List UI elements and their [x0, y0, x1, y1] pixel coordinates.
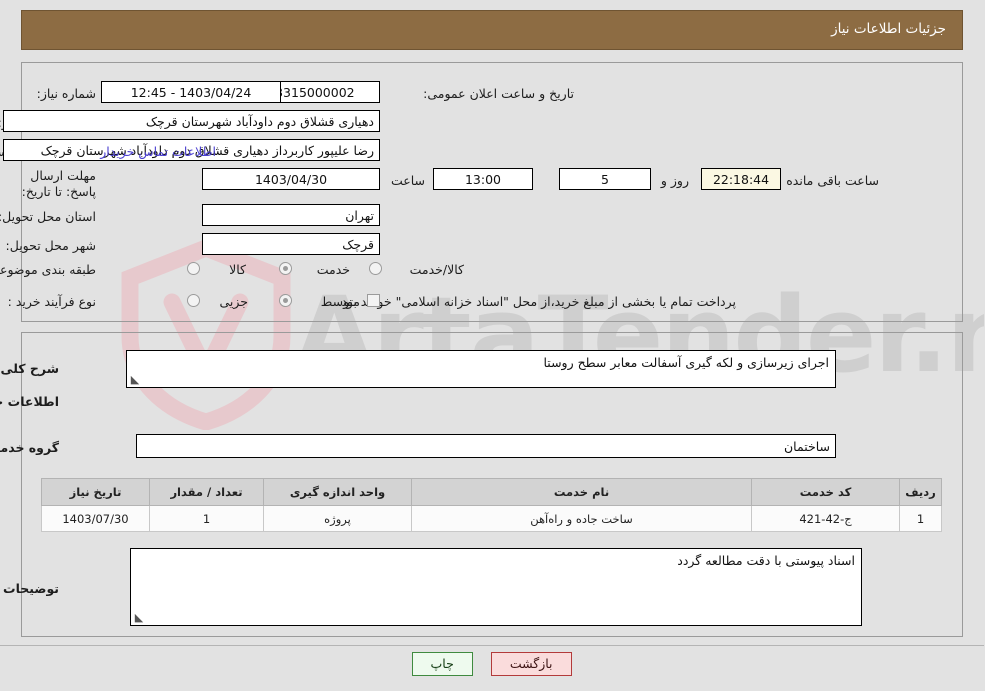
buyer-notes-textarea[interactable]: اسناد پیوستی با دقت مطالعه گردد ◢ — [131, 548, 863, 626]
treasury-text: پرداخت تمام یا بخشی از مبلغ خرید،از محل … — [338, 294, 737, 309]
radio-process-jozii[interactable] — [188, 294, 201, 307]
buyer-contact-link[interactable]: اطلاعات تماس خریدار — [101, 145, 217, 159]
cell-date: 1403/07/30 — [42, 505, 151, 532]
radio-category-khedmat-label: خدمت — [317, 262, 351, 277]
page-header: جزئیات اطلاعات نیاز — [22, 10, 964, 50]
category-label: طبقه بندی موضوعی: — [0, 262, 97, 277]
process-label: نوع فرآیند خرید : — [8, 294, 97, 309]
radio-process-jozii-label: جزیی — [220, 294, 249, 309]
province-field[interactable]: تهران — [203, 204, 381, 226]
radio-category-kala-khedmat[interactable] — [370, 262, 383, 275]
cell-code: ج-42-421 — [752, 505, 901, 532]
services-heading: اطلاعات خدمات مورد نیاز — [0, 394, 60, 409]
resize-handle-icon[interactable]: ◢ — [134, 611, 146, 624]
radio-process-motevaset[interactable] — [280, 294, 293, 307]
deadline-time-field[interactable]: 13:00 — [434, 168, 534, 190]
page-title: جزئیات اطلاعات نیاز — [832, 21, 947, 38]
th-radif: ردیف — [900, 478, 943, 506]
province-label: استان محل تحویل: — [0, 209, 97, 224]
summary-textarea-value: اجرای زیرسازی و لکه گیری آسفالت معابر سط… — [544, 355, 830, 370]
th-date: تاریخ نیاز — [42, 478, 151, 506]
service-group-field[interactable]: ساختمان — [137, 434, 837, 458]
countdown-unit-label: ساعت باقی مانده — [787, 173, 880, 188]
footer-divider — [0, 645, 985, 646]
print-button[interactable]: چاپ — [412, 652, 474, 676]
buyer-notes-value: اسناد پیوستی با دقت مطالعه گردد — [678, 553, 856, 568]
th-qty: تعداد / مقدار — [150, 478, 265, 506]
days-unit-label: روز و — [661, 173, 690, 188]
cell-unit: پروژه — [264, 505, 413, 532]
th-code: کد خدمت — [752, 478, 901, 506]
city-field[interactable]: قرچک — [203, 233, 381, 255]
th-unit: واحد اندازه گیری — [264, 478, 413, 506]
announce-datetime-label: تاریخ و ساعت اعلان عمومی: — [424, 86, 575, 101]
radio-category-khedmat[interactable] — [280, 262, 293, 275]
need-number-label: شماره نیاز: — [37, 86, 97, 101]
resize-handle-icon[interactable]: ◢ — [130, 373, 142, 386]
announce-datetime-field[interactable]: 1403/04/24 - 12:45 — [102, 81, 282, 103]
radio-category-kala-label: کالا — [230, 262, 247, 277]
deadline-time-label: ساعت — [391, 173, 426, 188]
countdown-field: 22:18:44 — [702, 168, 782, 190]
summary-label: شرح کلی نیاز: — [0, 361, 60, 376]
days-remaining-field[interactable]: 5 — [560, 168, 652, 190]
radio-category-kala-khedmat-label: کالا/خدمت — [410, 262, 465, 277]
deadline-date-field[interactable]: 1403/04/30 — [203, 168, 381, 190]
back-button[interactable]: بازگشت — [491, 652, 573, 676]
buyer-org-field[interactable]: دهیاری قشلاق دوم داودآباد شهرستان قرچک — [4, 110, 381, 132]
cell-qty: 1 — [150, 505, 265, 532]
table-header-row: ردیف کد خدمت نام خدمت واحد اندازه گیری ت… — [42, 478, 943, 506]
summary-textarea[interactable]: اجرای زیرسازی و لکه گیری آسفالت معابر سط… — [127, 350, 837, 388]
footer-button-bar: چاپ بازگشت — [0, 652, 985, 676]
city-label: شهر محل تحویل: — [6, 238, 97, 253]
th-name: نام خدمت — [412, 478, 753, 506]
cell-radif: 1 — [900, 505, 943, 532]
cell-name: ساخت جاده و راه‌آهن — [412, 505, 753, 532]
services-table: ردیف کد خدمت نام خدمت واحد اندازه گیری ت… — [42, 478, 943, 532]
service-group-label: گروه خدمت: — [0, 440, 60, 455]
deadline-label: مهلت ارسال پاسخ: تا تاریخ: — [22, 168, 97, 199]
radio-category-kala[interactable] — [188, 262, 201, 275]
treasury-checkbox[interactable] — [368, 294, 381, 307]
buyer-notes-label: توضیحات خریدار: — [0, 581, 60, 596]
page-root: ArtaTender.net جزئیات اطلاعات نیاز شماره… — [0, 0, 985, 691]
table-row: 1 ج-42-421 ساخت جاده و راه‌آهن پروژه 1 1… — [42, 505, 943, 532]
